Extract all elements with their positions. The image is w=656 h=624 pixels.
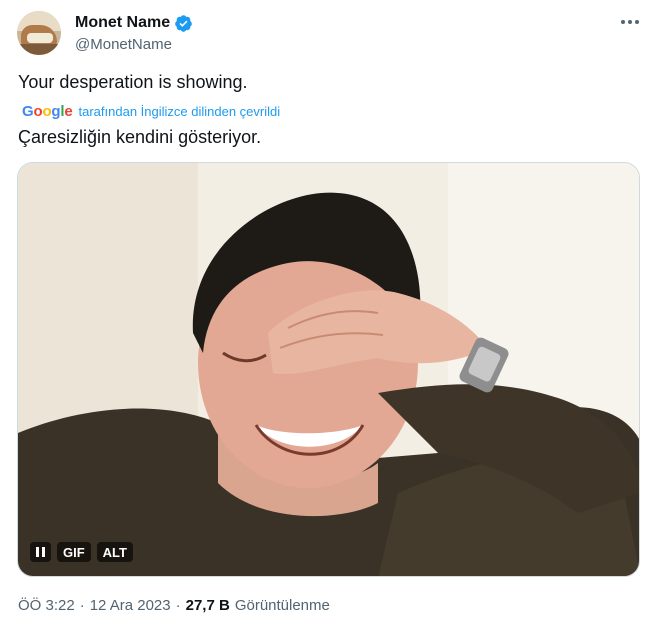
views-label: Görüntülenme <box>234 597 330 614</box>
author-name-row: Monet Name <box>75 12 193 34</box>
views-count: 27,7 B <box>185 597 230 614</box>
author-handle[interactable]: @MonetName <box>75 36 172 53</box>
tweet-time[interactable]: ÖÖ 3:22 <box>18 597 75 614</box>
gif-frame-illustration <box>18 163 639 576</box>
gif-badge: GIF <box>57 542 91 562</box>
pause-icon <box>36 547 45 557</box>
translated-text: Çaresizliğin kendini gösteriyor. <box>18 127 262 147</box>
tweet-meta: ÖÖ 3:22 · 12 Ara 2023 · 27,7 B Görüntüle… <box>18 597 330 614</box>
avatar[interactable] <box>17 11 61 55</box>
author-display-name[interactable]: Monet Name <box>75 14 170 32</box>
verified-badge-icon <box>175 14 192 32</box>
tweet-date[interactable]: 12 Ara 2023 <box>90 597 171 614</box>
tweet-card: Monet Name @MonetName Your desperation i… <box>0 0 656 624</box>
tweet-text: Your desperation is showing. <box>18 72 248 92</box>
pause-button[interactable] <box>30 542 51 562</box>
meta-separator: · <box>79 597 85 614</box>
gif-controls: GIF ALT <box>30 541 133 563</box>
gif-media[interactable] <box>17 162 640 577</box>
translation-note[interactable]: tarafından İngilizce dilinden çevrildi <box>79 104 281 119</box>
more-horizontal-icon[interactable] <box>616 12 644 32</box>
alt-text-button[interactable]: ALT <box>96 542 133 562</box>
google-logo: Google <box>22 103 73 120</box>
meta-separator: · <box>175 597 181 614</box>
translation-attribution: Google tarafından İngilizce dilinden çev… <box>22 103 280 120</box>
